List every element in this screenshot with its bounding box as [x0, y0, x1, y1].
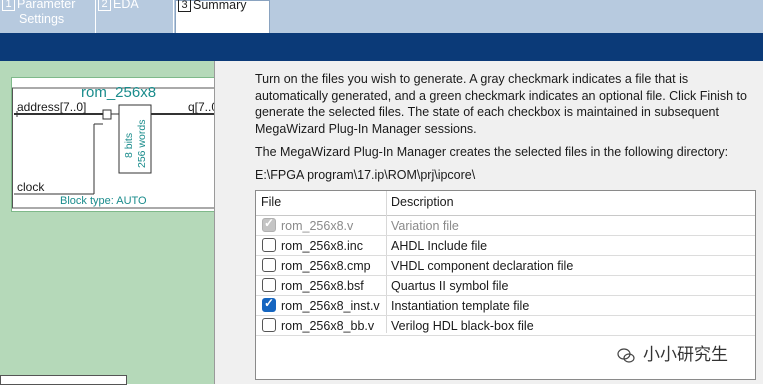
tab-label: Parameter [17, 0, 76, 11]
column-header-description: Description [391, 195, 454, 209]
file-description: AHDL Include file [391, 239, 488, 253]
file-name: rom_256x8.inc [281, 239, 363, 253]
directory-note: The MegaWizard Plug-In Manager creates t… [255, 145, 729, 159]
file-description: Instantiation template file [391, 299, 530, 313]
tab-label: Summary [193, 0, 247, 12]
file-description: Quartus II symbol file [391, 279, 509, 293]
wechat-icon [617, 347, 635, 363]
watermark: 小小研究生 [617, 340, 728, 365]
file-checkbox[interactable]: ✓ [262, 296, 276, 312]
file-name: rom_256x8.bsf [281, 279, 364, 293]
file-description: Verilog HDL black-box file [391, 319, 534, 333]
header-band [0, 33, 763, 61]
file-checkbox[interactable]: ✓ [262, 216, 276, 232]
file-description: Variation file [391, 219, 459, 233]
tab-label: EDA [113, 0, 139, 11]
tab-eda[interactable]: 2 EDA [96, 0, 174, 33]
watermark-text: 小小研究生 [643, 345, 728, 364]
tab-bar: 1 Parameter Settings 2 EDA 3 Summary [0, 0, 763, 34]
clock-port-label: clock [17, 180, 45, 194]
file-checkbox[interactable] [262, 258, 276, 272]
address-port-label: address[7..0] [17, 100, 86, 114]
tab-parameter-settings[interactable]: 1 Parameter Settings [0, 0, 96, 33]
rom-symbol: rom_256x8 address[7..0] q[7..0] clock 8 … [11, 77, 226, 212]
file-description: VHDL component declaration file [391, 259, 574, 273]
tab-number: 1 [2, 0, 15, 11]
file-name: rom_256x8.cmp [281, 259, 371, 273]
tab-summary[interactable]: 3 Summary [175, 0, 270, 34]
file-checkbox[interactable] [262, 318, 276, 332]
file-name: rom_256x8_bb.v [281, 319, 375, 333]
symbol-title: rom_256x8 [81, 84, 156, 101]
rom-symbol-diagram: rom_256x8 address[7..0] q[7..0] clock 8 … [12, 84, 226, 209]
file-name: rom_256x8.v [281, 219, 354, 233]
table-row: ✓ rom_256x8.v Variation file [256, 216, 755, 236]
output-directory: E:\FPGA program\17.ip\ROM\prj\ipcore\ [255, 168, 476, 182]
table-row: rom_256x8_bb.v Verilog HDL black-box fil… [256, 316, 755, 336]
file-checkbox[interactable] [262, 238, 276, 252]
tab-label-line2: Settings [19, 12, 65, 26]
block-type-label: Block type: AUTO [60, 195, 147, 207]
mem-words-label: 256 words [136, 120, 148, 168]
column-header-file: File [261, 195, 282, 209]
file-name: rom_256x8_inst.v [281, 299, 380, 313]
summary-description: Turn on the files you wish to generate. … [255, 72, 747, 136]
table-row: ✓ rom_256x8_inst.v Instantiation templat… [256, 296, 755, 316]
table-row: rom_256x8.cmp VHDL component declaration… [256, 256, 755, 276]
file-checkbox[interactable] [262, 278, 276, 292]
table-row: rom_256x8.bsf Quartus II symbol file [256, 276, 755, 296]
table-row: rom_256x8.inc AHDL Include file [256, 236, 755, 256]
tab-number: 2 [98, 0, 111, 11]
mem-bits-label: 8 bits [123, 133, 135, 158]
tab-number: 3 [178, 0, 191, 12]
